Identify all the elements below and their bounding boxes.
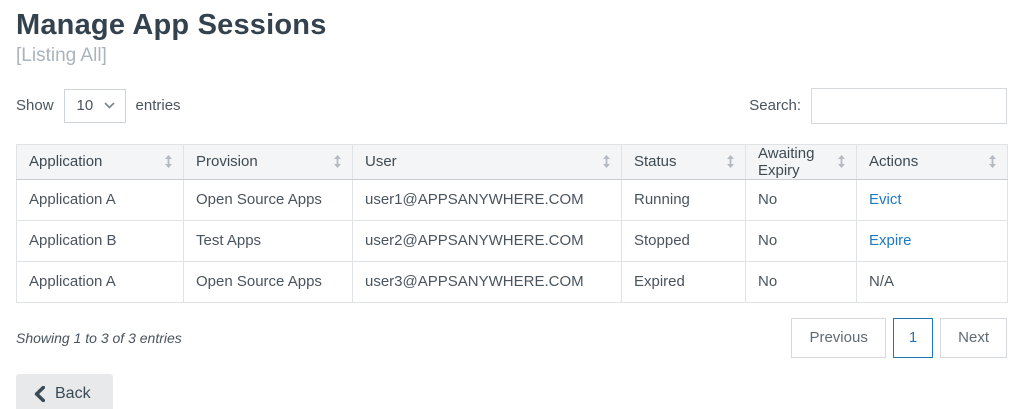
column-header-user[interactable]: User: [353, 144, 622, 179]
page-container: Manage App Sessions [Listing All] Show 1…: [0, 0, 1033, 409]
cell-application: Application B: [17, 220, 184, 261]
chevron-down-icon: [104, 102, 115, 109]
cell-actions: N/A: [857, 261, 1008, 302]
cell-application: Application A: [17, 261, 184, 302]
page-title: Manage App Sessions: [16, 10, 1007, 42]
entries-label: entries: [136, 97, 181, 114]
cell-user: user3@APPSANYWHERE.COM: [353, 261, 622, 302]
table-footer-row: Showing 1 to 3 of 3 entries Previous 1 N…: [16, 318, 1007, 358]
column-header-actions[interactable]: Actions: [857, 144, 1008, 179]
cell-provision: Test Apps: [184, 220, 353, 261]
table-header-row: Application Provision User Status Awaiti…: [17, 144, 1008, 179]
chevron-left-icon: [34, 386, 45, 402]
column-header-awaiting-expiry[interactable]: Awaiting Expiry: [746, 144, 857, 179]
show-label: Show: [16, 97, 54, 114]
expire-action-link[interactable]: Expire: [869, 232, 912, 249]
table-row: Application B Test Apps user2@APPSANYWHE…: [17, 220, 1008, 261]
no-action-text: N/A: [869, 273, 894, 290]
sort-icon: [837, 155, 846, 168]
search-input[interactable]: [811, 88, 1007, 124]
cell-user: user2@APPSANYWHERE.COM: [353, 220, 622, 261]
page-length-select-box: 10: [64, 89, 126, 123]
back-button-label: Back: [55, 385, 91, 403]
back-button[interactable]: Back: [16, 374, 113, 409]
column-header-label: User: [365, 153, 397, 170]
sort-icon: [726, 155, 735, 168]
pagination: Previous 1 Next: [784, 318, 1007, 358]
cell-actions: Expire: [857, 220, 1008, 261]
column-header-provision[interactable]: Provision: [184, 144, 353, 179]
cell-awaiting-expiry: No: [746, 179, 857, 220]
cell-awaiting-expiry: No: [746, 220, 857, 261]
column-header-label: Provision: [196, 153, 258, 170]
table-row: Application A Open Source Apps user3@APP…: [17, 261, 1008, 302]
cell-user: user1@APPSANYWHERE.COM: [353, 179, 622, 220]
page-number-button[interactable]: 1: [893, 318, 933, 358]
cell-status: Expired: [622, 261, 746, 302]
previous-page-button[interactable]: Previous: [791, 318, 885, 358]
page-length-select[interactable]: 10: [69, 97, 104, 114]
sort-icon: [988, 155, 997, 168]
page-length-control: Show 10 entries: [16, 89, 181, 123]
cell-provision: Open Source Apps: [184, 179, 353, 220]
column-header-label: Actions: [869, 153, 918, 170]
evict-action-link[interactable]: Evict: [869, 191, 902, 208]
search-label: Search:: [749, 97, 801, 114]
column-header-status[interactable]: Status: [622, 144, 746, 179]
cell-awaiting-expiry: No: [746, 261, 857, 302]
entries-summary: Showing 1 to 3 of 3 entries: [16, 330, 182, 346]
page-subtitle: [Listing All]: [16, 45, 1007, 67]
search-control: Search:: [749, 88, 1007, 124]
sort-icon: [164, 155, 173, 168]
sessions-table: Application Provision User Status Awaiti…: [16, 144, 1008, 303]
cell-status: Running: [622, 179, 746, 220]
sort-icon: [602, 155, 611, 168]
column-header-label: Status: [634, 153, 677, 170]
cell-actions: Evict: [857, 179, 1008, 220]
column-header-application[interactable]: Application: [17, 144, 184, 179]
sort-icon: [333, 155, 342, 168]
cell-provision: Open Source Apps: [184, 261, 353, 302]
table-controls-row: Show 10 entries Search:: [16, 88, 1007, 124]
cell-status: Stopped: [622, 220, 746, 261]
next-page-button[interactable]: Next: [940, 318, 1007, 358]
column-header-label: Application: [29, 153, 102, 170]
back-row: Back: [16, 374, 1007, 409]
table-row: Application A Open Source Apps user1@APP…: [17, 179, 1008, 220]
column-header-label: Awaiting Expiry: [758, 145, 831, 179]
cell-application: Application A: [17, 179, 184, 220]
